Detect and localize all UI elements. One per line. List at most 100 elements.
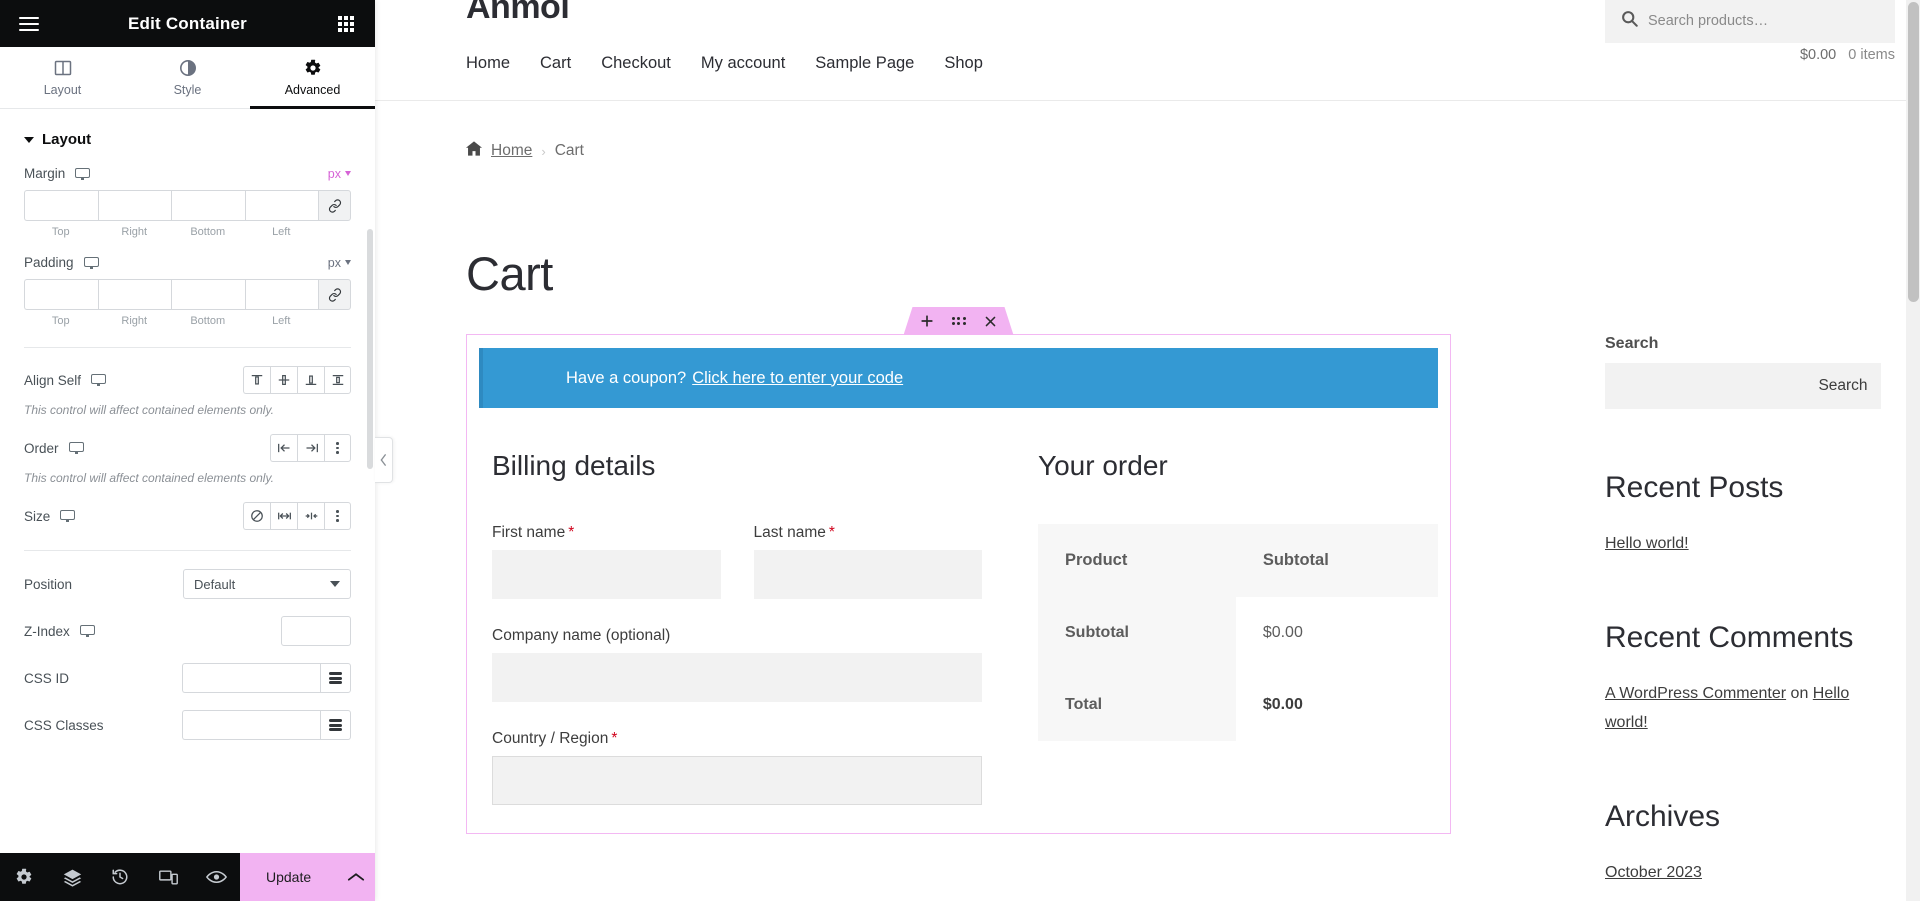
history-clock-icon[interactable] [96,853,144,901]
align-start-icon[interactable] [243,366,270,394]
breadcrumb-home[interactable]: Home [491,142,532,160]
coupon-link[interactable]: Click here to enter your code [692,369,903,388]
archive-item[interactable]: October 2023 [1605,864,1702,881]
z-index-input[interactable] [281,616,351,646]
css-classes-input[interactable] [182,710,320,740]
responsive-devices-icon[interactable] [144,853,192,901]
panel-collapse-toggle[interactable] [375,437,393,483]
last-name-label: Last name * [753,524,835,541]
selected-container[interactable]: Have a coupon? Click here to enter your … [466,334,1451,834]
update-button[interactable]: Update [240,853,338,901]
sidebar-search-button[interactable]: Search [1805,363,1881,409]
order-start-icon[interactable] [270,434,297,462]
align-end-icon[interactable] [297,366,324,394]
desktop-icon[interactable] [68,442,84,454]
site-brand[interactable]: Anmol [375,0,570,27]
gear-icon [304,59,322,77]
divider [24,347,351,348]
control-order: Order This control will affect contained… [24,434,351,485]
padding-top-input[interactable] [24,279,98,310]
dynamic-tags-icon[interactable] [320,710,351,740]
last-name-input[interactable] [753,550,982,599]
cart-summary[interactable]: $0.00 0 items [1800,47,1895,63]
dynamic-tags-icon[interactable] [320,663,351,693]
widget-recent-posts: Recent Posts Hello world! [1605,471,1895,559]
margin-bottom-input[interactable] [171,190,245,221]
breadcrumb-current: Cart [554,142,584,159]
margin-left-caption: Left [272,226,291,238]
widget-sidebar: Search Search Recent Posts Hello world! … [1605,335,1895,887]
margin-link-icon[interactable] [318,190,351,221]
desktop-icon[interactable] [91,374,107,386]
tab-advanced-label: Advanced [284,82,341,97]
padding-unit-label: px [327,255,341,270]
nav-item-checkout[interactable]: Checkout [601,54,701,73]
settings-gear-icon[interactable] [0,853,48,901]
none-icon[interactable] [243,502,270,530]
desktop-icon[interactable] [83,256,99,269]
order-row-total-value: $0.00 [1235,669,1438,741]
company-name-input[interactable] [492,653,982,702]
control-size: Size [24,502,351,530]
more-options-icon[interactable] [324,502,351,530]
drag-dots-icon[interactable] [943,307,975,335]
more-options-icon[interactable] [324,434,351,462]
site-header: Anmol Search products… [375,0,1920,43]
margin-top-input[interactable] [24,190,98,221]
field-company-name: Company name (optional) [492,627,982,702]
recent-comments-title: Recent Comments [1605,620,1854,654]
plus-icon[interactable] [911,307,943,335]
margin-right-input[interactable] [97,190,171,221]
padding-left-input[interactable] [244,279,318,310]
margin-left-input[interactable] [244,190,318,221]
widget-archives: Archives October 2023 [1605,800,1895,888]
preview-scrollbar[interactable] [1906,0,1920,901]
recent-post-item[interactable]: Hello world! [1605,535,1689,552]
padding-unit-select[interactable]: px [328,256,351,270]
align-stretch-icon[interactable] [324,366,351,394]
desktop-icon[interactable] [60,510,76,522]
preview-eye-icon[interactable] [192,853,240,901]
nav-item-sample-page[interactable]: Sample Page [815,54,944,73]
sidebar-search-input[interactable] [1605,363,1805,409]
padding-link-icon[interactable] [318,279,351,310]
control-size-label: Size [24,508,51,524]
order-heading: Your order [1038,450,1168,481]
comment-author-link[interactable]: A WordPress Commenter [1605,685,1786,702]
desktop-icon[interactable] [79,625,95,637]
section-layout-toggle[interactable]: Layout [24,109,351,166]
align-center-icon[interactable] [270,366,297,394]
nav-item-shop[interactable]: Shop [944,54,1013,73]
margin-unit-select[interactable]: px [328,167,351,181]
nav-item-cart[interactable]: Cart [540,54,601,73]
table-row: Subtotal $0.00 [1038,597,1438,669]
css-id-input[interactable] [182,663,320,693]
grow-icon[interactable] [270,502,297,530]
scrollbar-thumb[interactable] [1908,2,1919,302]
close-x-icon[interactable] [975,307,1007,335]
chevron-down-icon [330,581,340,587]
padding-right-input[interactable] [97,279,171,310]
position-value: Default [194,576,236,592]
control-padding: Padding px Top Right Bottom Left [24,255,351,327]
hamburger-icon[interactable] [0,0,58,47]
country-region-select[interactable] [492,756,982,805]
position-select[interactable]: Default [183,569,351,599]
padding-bottom-input[interactable] [171,279,245,310]
desktop-icon[interactable] [75,167,91,180]
tab-style[interactable]: Style [125,47,250,108]
order-end-icon[interactable] [297,434,324,462]
panel-scrollbar[interactable] [367,229,373,469]
widget-recent-comments: Recent Comments A WordPress Commenter on… [1605,621,1895,738]
shrink-icon[interactable] [297,502,324,530]
tab-advanced[interactable]: Advanced [250,47,375,109]
chevron-up-icon[interactable] [337,853,375,901]
nav-item-my-account[interactable]: My account [701,54,815,73]
apps-grid-icon[interactable] [317,0,375,47]
nav-item-home[interactable]: Home [466,54,540,73]
padding-left-caption: Left [272,315,291,327]
archives-title: Archives [1605,799,1721,833]
first-name-input[interactable] [492,550,721,599]
navigator-layers-icon[interactable] [48,853,96,901]
tab-layout[interactable]: Layout [0,47,125,108]
